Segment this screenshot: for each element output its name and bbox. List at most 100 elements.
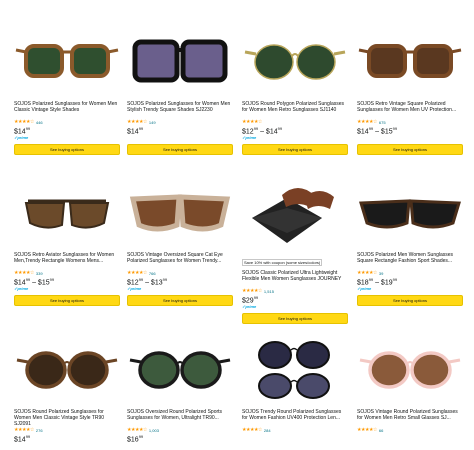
- sunglasses-image[interactable]: [357, 330, 463, 408]
- review-count[interactable]: 284: [264, 428, 271, 433]
- product-title[interactable]: SOJOS Vintage Round Polarized Sunglasses…: [357, 409, 463, 427]
- product-card: Save 10% with coupon (some sizes/colors)…: [242, 173, 348, 324]
- review-count[interactable]: 66: [379, 428, 383, 433]
- product-card: SOJOS Round Polarized Sunglasses for Wom…: [14, 330, 120, 450]
- star-rating-icon: ★★★★☆: [357, 119, 377, 125]
- sunglasses-image[interactable]: [127, 330, 233, 408]
- price: $1499: [14, 126, 31, 136]
- sunglasses-image[interactable]: [127, 22, 233, 100]
- product-title[interactable]: SOJOS Round Polygon Polarized Sunglasses…: [242, 101, 348, 119]
- review-count[interactable]: 39: [379, 271, 383, 276]
- product-title[interactable]: SOJOS Polarized Sunglasses for Women Men…: [14, 101, 120, 119]
- rating[interactable]: ★★★★☆ 276: [14, 427, 120, 433]
- product-card: SOJOS Oversized Round Polarized Sports S…: [127, 330, 233, 450]
- see-buying-options-button[interactable]: See buying options: [242, 144, 348, 155]
- product-card: SOJOS Round Polygon Polarized Sunglasses…: [242, 22, 348, 155]
- review-count[interactable]: 149: [149, 120, 156, 125]
- rating[interactable]: ★★★★☆ 149: [127, 119, 233, 125]
- sunglasses-image[interactable]: [357, 22, 463, 100]
- review-count[interactable]: 339: [36, 271, 43, 276]
- prime-badge: ✓prime: [14, 135, 29, 140]
- product-image[interactable]: [357, 22, 463, 100]
- product-title[interactable]: SOJOS Retro Aviator Sunglasses for Women…: [14, 252, 120, 270]
- review-count[interactable]: 675: [379, 120, 386, 125]
- rating[interactable]: ★★★★☆ 66: [357, 427, 463, 433]
- product-title[interactable]: SOJOS Polarized Men Women Sunglasses Squ…: [357, 252, 463, 270]
- review-count[interactable]: 276: [36, 428, 43, 433]
- product-title[interactable]: SOJOS Oversized Round Polarized Sports S…: [127, 409, 233, 427]
- star-rating-icon: ★★★★☆: [127, 427, 147, 433]
- rating[interactable]: ★★★★☆ 446: [14, 119, 120, 125]
- price: $1499 – $1599: [14, 277, 55, 287]
- sunglasses-image[interactable]: [14, 173, 120, 251]
- star-rating-icon: ★★★★☆: [127, 270, 147, 276]
- see-buying-options-button[interactable]: See buying options: [14, 144, 120, 155]
- product-title[interactable]: SOJOS Vintage Oversized Square Cat Eye P…: [127, 252, 233, 270]
- star-rating-icon: ★★★★☆: [14, 427, 34, 433]
- product-image[interactable]: [127, 22, 233, 100]
- star-rating-icon: ★★★★☆: [242, 119, 262, 125]
- product-card: SOJOS Polarized Sunglasses for Women Men…: [127, 22, 233, 155]
- review-count[interactable]: 1,515: [264, 289, 274, 294]
- see-buying-options-button[interactable]: See buying options: [14, 295, 120, 306]
- product-image[interactable]: [14, 22, 120, 100]
- see-buying-options-button[interactable]: See buying options: [357, 295, 463, 306]
- rating[interactable]: ★★★★☆ 1,003: [127, 427, 233, 433]
- see-buying-options-button[interactable]: See buying options: [242, 313, 348, 324]
- see-buying-options-button[interactable]: See buying options: [127, 144, 233, 155]
- price: $1499: [14, 434, 31, 444]
- star-rating-icon: ★★★★☆: [242, 288, 262, 294]
- rating[interactable]: ★★★★☆ 766: [127, 270, 233, 276]
- sunglasses-image[interactable]: [242, 173, 348, 251]
- rating[interactable]: ★★★★☆ 284: [242, 427, 348, 433]
- price: $1899 – $1999: [357, 277, 398, 287]
- prime-badge: [357, 135, 463, 142]
- rating[interactable]: ★★★★☆ 1,515: [242, 288, 348, 294]
- product-title[interactable]: SOJOS Retro Vintage Square Polarized Sun…: [357, 101, 463, 119]
- product-title[interactable]: SOJOS Classic Polarized Ultra Lightweigh…: [242, 270, 348, 288]
- product-card: SOJOS Retro Aviator Sunglasses for Women…: [14, 173, 120, 306]
- product-card: SOJOS Trendy Round Polarized Sunglasses …: [242, 330, 348, 450]
- product-image[interactable]: [14, 330, 120, 408]
- price: $1499: [127, 126, 144, 136]
- sunglasses-image[interactable]: [242, 22, 348, 100]
- prime-badge: ✓prime: [357, 286, 372, 291]
- sunglasses-image[interactable]: [14, 330, 120, 408]
- price: $1299 – $1499: [242, 126, 283, 136]
- see-buying-options-button[interactable]: See buying options: [127, 295, 233, 306]
- product-image[interactable]: [127, 330, 233, 408]
- product-title[interactable]: SOJOS Round Polarized Sunglasses for Wom…: [14, 409, 120, 427]
- rating[interactable]: ★★★★☆ 39: [357, 270, 463, 276]
- product-image[interactable]: [357, 330, 463, 408]
- star-rating-icon: ★★★★☆: [242, 427, 262, 433]
- product-image[interactable]: [357, 173, 463, 251]
- prime-badge: ✓prime: [127, 286, 142, 291]
- product-image[interactable]: [14, 173, 120, 251]
- product-title[interactable]: SOJOS Trendy Round Polarized Sunglasses …: [242, 409, 348, 427]
- rating[interactable]: ★★★★☆: [242, 119, 348, 125]
- prime-badge: [127, 135, 233, 142]
- rating[interactable]: ★★★★☆ 675: [357, 119, 463, 125]
- prime-badge: ✓prime: [242, 135, 257, 140]
- product-image[interactable]: [242, 330, 348, 408]
- see-buying-options-button[interactable]: See buying options: [357, 144, 463, 155]
- sunglasses-image[interactable]: [357, 173, 463, 251]
- rating[interactable]: ★★★★☆ 339: [14, 270, 120, 276]
- product-card: SOJOS Polarized Sunglasses for Women Men…: [14, 22, 120, 155]
- review-count[interactable]: 766: [149, 271, 156, 276]
- product-card: SOJOS Vintage Oversized Square Cat Eye P…: [127, 173, 233, 306]
- product-card: SOJOS Retro Vintage Square Polarized Sun…: [357, 22, 463, 155]
- product-image[interactable]: [242, 173, 348, 251]
- product-image[interactable]: [127, 173, 233, 251]
- review-count[interactable]: 1,003: [149, 428, 159, 433]
- review-count[interactable]: 446: [36, 120, 43, 125]
- sunglasses-image[interactable]: [127, 173, 233, 251]
- sunglasses-image[interactable]: [14, 22, 120, 100]
- price: $2999: [242, 295, 259, 305]
- product-image[interactable]: [242, 22, 348, 100]
- product-title[interactable]: SOJOS Polarized Sunglasses for Women Men…: [127, 101, 233, 119]
- sunglasses-image[interactable]: [242, 330, 348, 408]
- product-card: SOJOS Vintage Round Polarized Sunglasses…: [357, 330, 463, 450]
- price: [357, 434, 463, 443]
- coupon-badge: Save 10% with coupon (some sizes/colors): [242, 259, 323, 266]
